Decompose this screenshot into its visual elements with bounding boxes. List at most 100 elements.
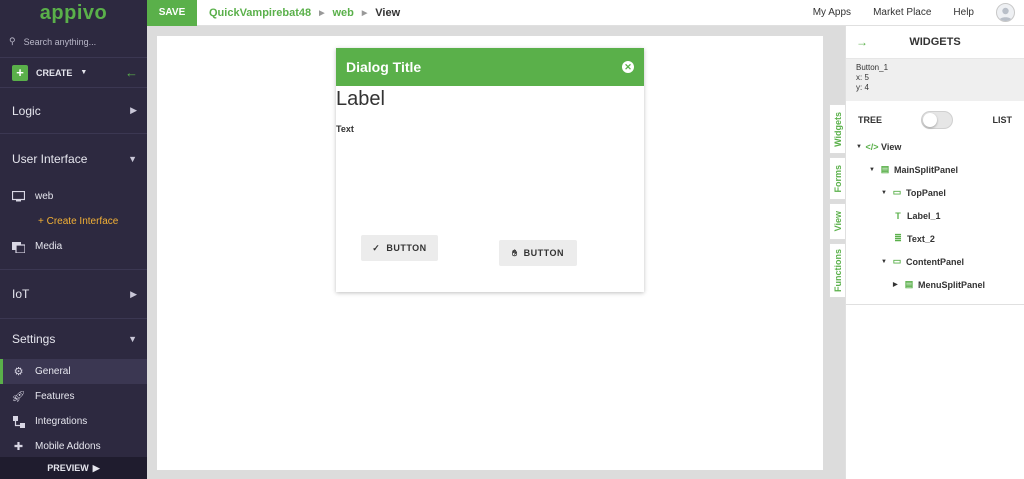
- top-links: My Apps Market Place Help: [813, 3, 1024, 22]
- chevron-down-icon: ▼: [128, 154, 137, 164]
- section-logic-label: Logic: [12, 103, 41, 118]
- sidebar-item-integrations[interactable]: Integrations: [0, 409, 147, 434]
- hand-icon: ✋︎: [512, 247, 518, 258]
- chevron-down-icon[interactable]: ▼: [80, 69, 87, 76]
- sidebar-item-mobile-addons-label: Mobile Addons: [35, 441, 101, 452]
- tab-functions[interactable]: Functions: [829, 243, 845, 298]
- search-bar[interactable]: ⚲ Search anything...: [0, 26, 147, 58]
- search-icon: ⚲: [9, 36, 16, 46]
- expand-caret-icon[interactable]: ▼: [881, 190, 888, 196]
- integrations-icon: [12, 415, 25, 428]
- market-place-link[interactable]: Market Place: [873, 7, 931, 18]
- create-interface-link[interactable]: + Create Interface: [0, 209, 147, 234]
- selected-widget-info: Button_1 x: 5 y: 4: [846, 59, 1024, 101]
- close-icon[interactable]: ✕: [622, 61, 634, 73]
- label-widget[interactable]: Label: [336, 88, 385, 111]
- text-widget[interactable]: Text: [336, 124, 354, 134]
- sidebar-item-web[interactable]: web: [0, 184, 147, 209]
- play-icon: ▶: [92, 462, 100, 473]
- text-type-icon: T: [895, 210, 901, 221]
- button-widget-check-label: BUTTON: [386, 243, 427, 253]
- help-link[interactable]: Help: [953, 7, 974, 18]
- expand-caret-icon[interactable]: ▼: [856, 144, 863, 150]
- breadcrumb: QuickVampirebat48 ▶ web ▶ View: [209, 7, 400, 19]
- save-button[interactable]: SAVE: [147, 0, 197, 26]
- sidebar-item-media[interactable]: Media: [0, 234, 147, 259]
- collapse-arrow-icon[interactable]: ←: [125, 65, 138, 80]
- section-user-interface[interactable]: User Interface ▼: [0, 134, 147, 184]
- button-widget-hand[interactable]: ✋︎ BUTTON: [499, 240, 577, 266]
- breadcrumb-app[interactable]: QuickVampirebat48: [209, 7, 311, 19]
- tree-node-label: Label_1: [907, 210, 941, 221]
- dialog-widget[interactable]: Dialog Title ✕ Label Text ✓ BUTTON ✋︎ BU…: [336, 48, 644, 292]
- widgets-panel-title: WIDGETS: [909, 36, 961, 48]
- y-label: y:: [856, 83, 863, 92]
- dialog-header[interactable]: Dialog Title ✕: [336, 48, 644, 86]
- list-label[interactable]: LIST: [992, 115, 1012, 125]
- tree-node-label: MenuSplitPanel: [918, 279, 986, 290]
- x-label: x:: [856, 73, 863, 82]
- tab-widgets-label: Widgets: [832, 111, 843, 147]
- expand-caret-icon[interactable]: ▼: [869, 167, 876, 173]
- sidebar-item-web-label: web: [35, 191, 54, 202]
- section-settings[interactable]: Settings ▼: [0, 319, 147, 359]
- gear-icon: ⚙: [13, 366, 24, 378]
- tab-forms[interactable]: Forms: [829, 157, 845, 200]
- sidebar-item-mobile-addons[interactable]: ✚ Mobile Addons: [0, 434, 147, 459]
- arrow-right-icon[interactable]: →: [856, 35, 868, 49]
- view-mode-toggle-row: TREE LIST: [846, 105, 1024, 135]
- preview-button[interactable]: PREVIEW ▶: [0, 457, 147, 479]
- chevron-down-icon: ▼: [128, 334, 137, 344]
- section-settings-label: Settings: [12, 332, 56, 346]
- button-widget-hand-label: BUTTON: [523, 248, 564, 258]
- tree-node-label: View: [881, 141, 902, 152]
- section-iot[interactable]: IoT ▶: [0, 270, 147, 318]
- tree-node-label1[interactable]: T Label_1: [846, 204, 1024, 227]
- tree-node-text2[interactable]: ≣ Text_2: [846, 227, 1024, 250]
- appivo-logo[interactable]: appivo: [0, 0, 147, 26]
- collapse-caret-icon[interactable]: ▶: [893, 281, 900, 288]
- design-canvas[interactable]: Dialog Title ✕ Label Text ✓ BUTTON ✋︎ BU…: [157, 36, 823, 470]
- tab-view[interactable]: View: [829, 203, 845, 240]
- tree-node-label: Text_2: [907, 233, 935, 244]
- chevron-right-icon: ▶: [130, 288, 137, 299]
- toggle-knob: [923, 113, 938, 127]
- tree-node-menusplitpanel[interactable]: ▶ ▤ MenuSplitPanel: [846, 273, 1024, 296]
- tree-node-contentpanel[interactable]: ▼ ▭ ContentPanel: [846, 250, 1024, 273]
- sidebar-item-features[interactable]: 🚀︎ Features: [0, 384, 147, 409]
- tree-label[interactable]: TREE: [858, 115, 882, 125]
- tree-node-view[interactable]: ▼ </> View: [846, 135, 1024, 158]
- text-lines-icon: ≣: [894, 233, 902, 243]
- view-mode-toggle[interactable]: [921, 111, 954, 129]
- my-apps-link[interactable]: My Apps: [813, 7, 851, 18]
- panel-icon: ▭: [892, 187, 902, 197]
- tree-node-toppanel[interactable]: ▼ ▭ TopPanel: [846, 181, 1024, 204]
- sidebar-item-general[interactable]: ⚙ General: [0, 359, 147, 384]
- sidebar-item-integrations-label: Integrations: [35, 416, 88, 427]
- section-logic[interactable]: Logic ▶: [0, 88, 147, 134]
- sidebar-item-media-label: Media: [35, 241, 63, 252]
- create-row: + CREATE ▼ ←: [0, 58, 147, 88]
- section-iot-label: IoT: [12, 287, 30, 301]
- avatar[interactable]: [996, 3, 1015, 22]
- tab-widgets[interactable]: Widgets: [829, 104, 845, 154]
- widgets-panel-header: → WIDGETS: [846, 26, 1024, 59]
- tree-node-mainsplitpanel[interactable]: ▼ ▤ MainSplitPanel: [846, 158, 1024, 181]
- x-value: 5: [864, 73, 869, 82]
- search-input[interactable]: Search anything...: [24, 37, 97, 47]
- expand-caret-icon[interactable]: ▼: [881, 259, 888, 265]
- vertical-tabs: Widgets Forms View Functions: [829, 104, 845, 301]
- tree-node-label: ContentPanel: [906, 256, 965, 267]
- panel-icon: ▤: [880, 164, 890, 174]
- breadcrumb-interface[interactable]: web: [333, 7, 354, 19]
- create-button[interactable]: CREATE: [36, 68, 72, 78]
- button-widget-check[interactable]: ✓ BUTTON: [361, 235, 438, 261]
- widget-tree: ▼ </> View ▼ ▤ MainSplitPanel ▼ ▭ TopPan…: [846, 135, 1024, 305]
- code-icon: </>: [865, 141, 879, 152]
- check-icon: ✓: [372, 242, 381, 253]
- media-icon: [12, 241, 25, 253]
- section-ui-label: User Interface: [12, 152, 88, 166]
- panel-icon: ▭: [892, 256, 902, 266]
- plus-icon[interactable]: +: [12, 64, 28, 81]
- puzzle-icon: ✚: [13, 441, 24, 453]
